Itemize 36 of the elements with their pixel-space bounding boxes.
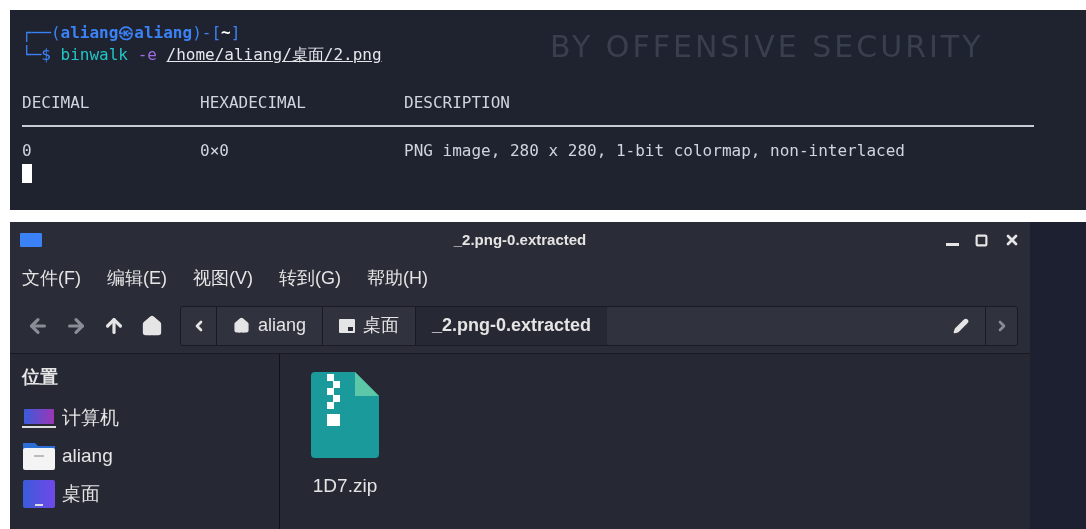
monitor-icon bbox=[22, 407, 56, 429]
menu-item[interactable]: 转到(G) bbox=[279, 264, 341, 292]
column-header: DECIMAL bbox=[22, 92, 91, 114]
command-line: └─$ binwalk -e /home/aliang/桌面/2.png bbox=[22, 44, 382, 66]
sidebar-heading: 位置 bbox=[22, 366, 58, 389]
table-cell: PNG image, 280 x 280, 1-bit colormap, non-interlaced bbox=[404, 140, 905, 162]
zip-file-icon bbox=[311, 372, 379, 458]
path-segment[interactable]: aliang bbox=[217, 306, 324, 345]
maximize-button[interactable] bbox=[975, 233, 988, 247]
column-header: DESCRIPTION bbox=[404, 92, 510, 114]
maximize-icon bbox=[975, 233, 988, 247]
sidebar-item[interactable]: aliang bbox=[22, 437, 113, 475]
cursor-block bbox=[22, 164, 32, 183]
file-item[interactable]: 1D7.zip bbox=[300, 372, 390, 501]
pencil-icon bbox=[953, 317, 969, 334]
menu-item[interactable]: 帮助(H) bbox=[367, 264, 428, 292]
table-cell-text: 0 bbox=[22, 140, 33, 162]
menu-item[interactable]: 编辑(E) bbox=[107, 264, 167, 292]
folder-icon bbox=[20, 233, 42, 247]
drive-icon bbox=[339, 318, 356, 333]
close-button[interactable] bbox=[1004, 232, 1020, 248]
minimize-icon bbox=[946, 242, 959, 246]
path-segment[interactable]: _2.png-0.extracted bbox=[416, 306, 608, 345]
window-title: _2.png-0.extracted bbox=[453, 229, 587, 250]
home-icon bbox=[141, 314, 163, 337]
column-header: HEXADECIMAL bbox=[200, 92, 307, 114]
folder-icon bbox=[22, 441, 56, 471]
menu-item[interactable]: 视图(V) bbox=[193, 264, 253, 292]
desktop-icon bbox=[22, 479, 56, 509]
table-cell-text: 0×0 bbox=[200, 140, 230, 162]
home-icon bbox=[233, 317, 250, 334]
sidebar-item[interactable]: 桌面 bbox=[22, 475, 100, 513]
sidebar-item[interactable]: 计算机 bbox=[22, 399, 119, 437]
menu-item[interactable]: 文件(F) bbox=[22, 264, 81, 292]
prompt-line: ┌──(aliang㉿aliang)-[~] bbox=[22, 22, 241, 44]
close-icon bbox=[1004, 232, 1020, 248]
